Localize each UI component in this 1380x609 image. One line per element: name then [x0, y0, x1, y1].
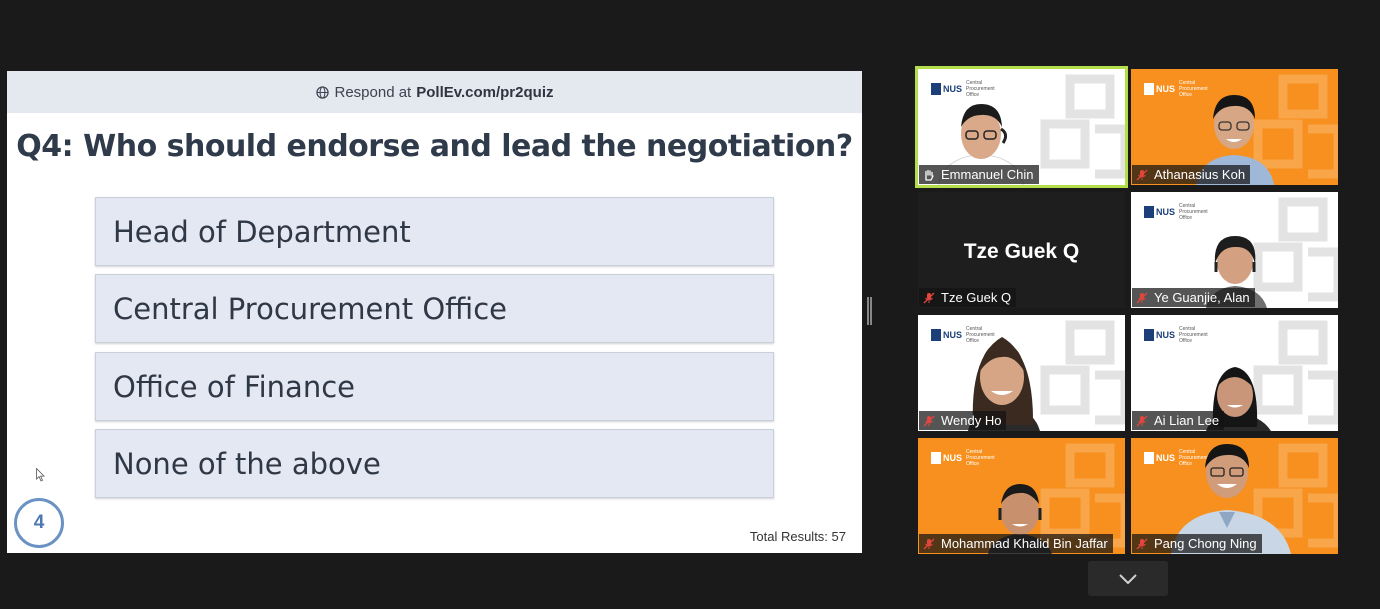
participant-nameplate: Mohammad Khalid Bin Jaffar	[919, 534, 1113, 553]
poll-url-link[interactable]: PollEv.com/pr2quiz	[416, 84, 553, 101]
mic-muted-icon	[1136, 415, 1148, 426]
slide-header: Respond at PollEv.com/pr2quiz	[7, 71, 862, 113]
poll-option-2[interactable]: Central Procurement Office	[95, 274, 774, 343]
raised-hand-icon	[925, 169, 934, 181]
slide-number-badge: 4	[14, 498, 64, 548]
video-tile-tze-guek-q[interactable]: Tze Guek Q Tze Guek Q	[918, 192, 1125, 308]
next-page-button[interactable]	[1088, 561, 1168, 596]
participant-nameplate: Athanasius Koh	[1132, 165, 1251, 184]
poll-option-1[interactable]: Head of Department	[95, 197, 774, 266]
video-tile-ye-guanjie-alan[interactable]: NUS Central Procurement Office Ye Guanjie…	[1131, 192, 1338, 308]
participant-nameplate: Ai Lian Lee	[1132, 411, 1225, 430]
participant-nameplate: Emmanuel Chin	[919, 165, 1039, 184]
mic-muted-icon	[1136, 292, 1148, 303]
participant-display-name: Tze Guek Q	[963, 240, 1080, 263]
video-tile-pang-chong-ning[interactable]: NUS Central Procurement Office Pang Chong…	[1131, 438, 1338, 554]
mic-muted-icon	[923, 415, 935, 426]
total-results: Total Results: 57	[749, 529, 846, 544]
chevron-down-icon	[1119, 573, 1137, 584]
video-tile-ai-lian-lee[interactable]: NUS Central Procurement Office Ai Lian Le…	[1131, 315, 1338, 431]
participant-nameplate: Ye Guanjie, Alan	[1132, 288, 1255, 307]
participant-nameplate: Pang Chong Ning	[1132, 534, 1262, 553]
poll-question: Q4: Who should endorse and lead the nego…	[16, 129, 853, 164]
video-tile-wendy-ho[interactable]: NUS Central Procurement Office Wendy Ho	[918, 315, 1125, 431]
respond-label: Respond at	[334, 83, 412, 101]
poll-option-4[interactable]: None of the above	[95, 429, 774, 498]
mic-muted-icon	[923, 538, 935, 549]
mic-muted-icon	[923, 292, 935, 303]
mic-muted-icon	[1136, 169, 1148, 180]
video-tile-mohammad-khalid-bin-jaffar[interactable]: NUS Central Procurement Office Mohammad K…	[918, 438, 1125, 554]
globe-icon	[315, 85, 329, 99]
participant-nameplate: Tze Guek Q	[919, 288, 1017, 307]
participant-nameplate: Wendy Ho	[919, 411, 1007, 430]
mouse-cursor-icon	[36, 468, 45, 482]
mic-muted-icon	[1136, 538, 1148, 549]
poll-slide: Respond at PollEv.com/pr2quiz Q4: Who sh…	[7, 71, 862, 553]
panel-splitter-handle[interactable]	[867, 297, 872, 325]
video-tile-athanasius-koh[interactable]: NUS Central Procurement Office Athanasius…	[1131, 69, 1338, 185]
poll-option-3[interactable]: Office of Finance	[95, 352, 774, 421]
video-tile-emmanuel-chin[interactable]: NUS Central Procurement Office Emmanuel C…	[915, 66, 1128, 188]
